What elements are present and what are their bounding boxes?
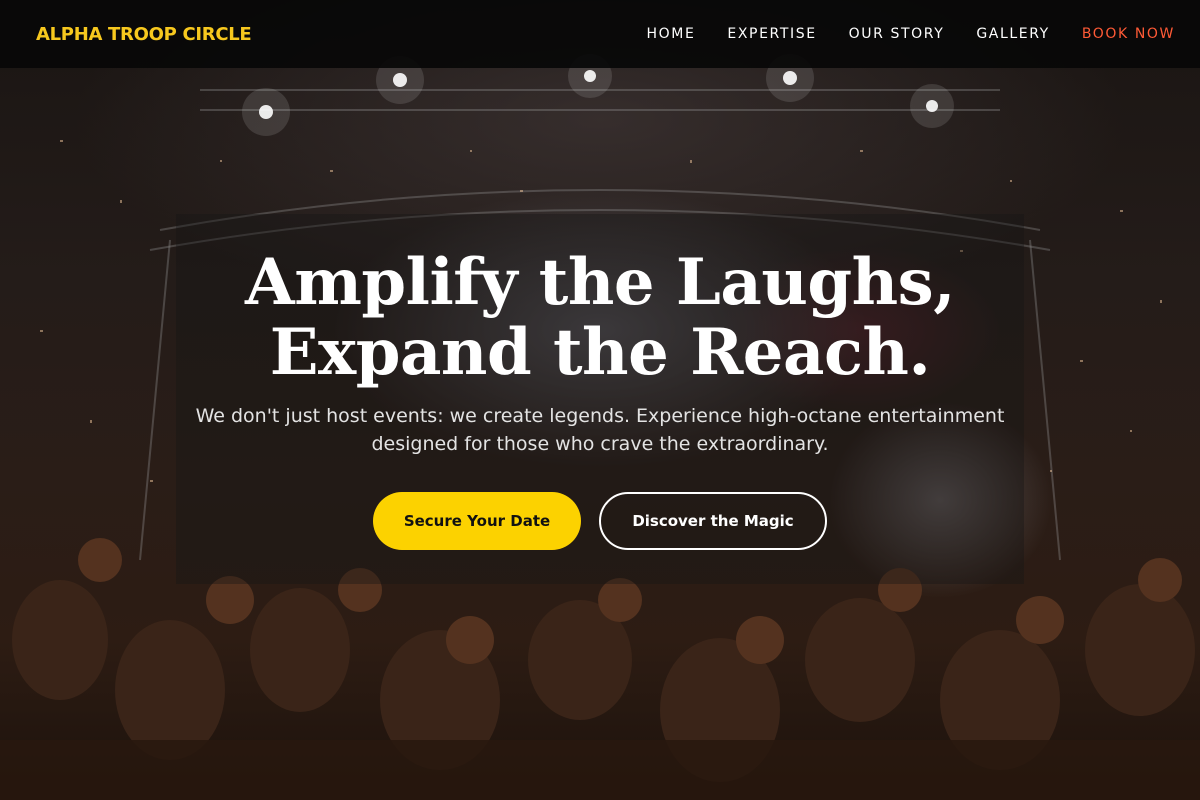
- discover-the-magic-button[interactable]: Discover the Magic: [599, 492, 827, 550]
- hero-headline: Amplify the Laughs, Expand the Reach.: [0, 248, 1200, 388]
- landing-page: ALPHA TROOP CIRCLE HOME EXPERTISE OUR ST…: [0, 0, 1200, 800]
- nav-link-our-story[interactable]: OUR STORY: [849, 26, 945, 42]
- hero-subtitle: We don't just host events: we create leg…: [160, 402, 1040, 458]
- secure-your-date-button[interactable]: Secure Your Date: [373, 492, 581, 550]
- nav-link-expertise[interactable]: EXPERTISE: [727, 26, 816, 42]
- hero-section: Amplify the Laughs, Expand the Reach. We…: [0, 248, 1200, 550]
- main-nav: HOME EXPERTISE OUR STORY GALLERY BOOK NO…: [647, 26, 1175, 42]
- hero-buttons: Secure Your Date Discover the Magic: [0, 492, 1200, 550]
- hero-subtitle-line-1: We don't just host events: we create leg…: [195, 405, 1005, 427]
- top-navbar: ALPHA TROOP CIRCLE HOME EXPERTISE OUR ST…: [0, 0, 1200, 68]
- hero-subtitle-line-2: designed for those who crave the extraor…: [371, 433, 829, 455]
- brand-logo[interactable]: ALPHA TROOP CIRCLE: [36, 24, 252, 45]
- hero-headline-line-2: Expand the Reach.: [269, 315, 931, 390]
- hero-headline-line-1: Amplify the Laughs,: [245, 245, 955, 320]
- nav-link-gallery[interactable]: GALLERY: [976, 26, 1049, 42]
- nav-link-book-now[interactable]: BOOK NOW: [1082, 26, 1175, 42]
- nav-link-home[interactable]: HOME: [647, 26, 696, 42]
